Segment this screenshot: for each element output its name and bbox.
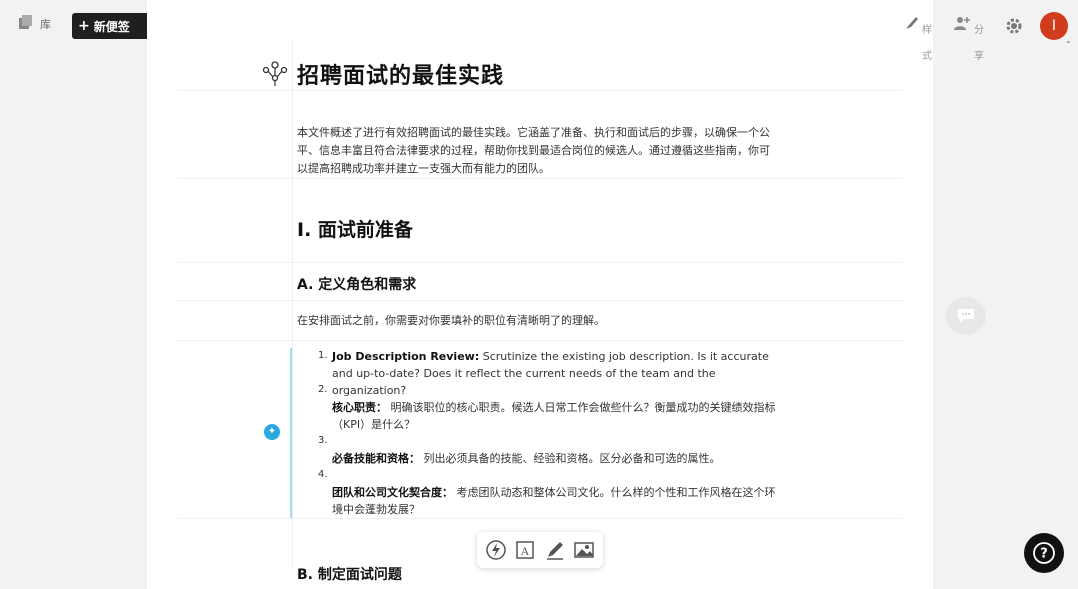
list-item[interactable]: 必备技能和资格： 列出必须具备的技能、经验和资格。区分必备和可选的属性。 [332, 450, 777, 467]
list-item-text: 列出必须具备的技能、经验和资格。区分必备和可选的属性。 [420, 452, 721, 465]
svg-text:A: A [521, 544, 530, 558]
library-link[interactable]: 库 [18, 14, 51, 33]
intro-paragraph[interactable]: 本文件概述了进行有效招聘面试的最佳实践。它涵盖了准备、执行和面试后的步骤，以确保… [297, 124, 777, 178]
section-heading-1[interactable]: I. 面试前准备 [297, 215, 413, 242]
list-item[interactable]: 核心职责： 明确该职位的核心职责。候选人日常工作会做些什么？衡量成功的关键绩效指… [332, 399, 777, 433]
brush-icon [903, 14, 921, 35]
list-number: 1. [318, 350, 328, 361]
insert-toolbar: A [477, 532, 603, 568]
plus-icon: + [78, 18, 90, 34]
gear-icon[interactable] [1004, 16, 1024, 40]
style-button[interactable] [903, 14, 921, 35]
svg-text:?: ? [1040, 547, 1048, 562]
new-note-label: 新便签 [93, 19, 130, 34]
help-button[interactable]: ? [1024, 533, 1064, 573]
list-item-text: 明确该职位的核心职责。候选人日常工作会做些什么？衡量成功的关键绩效指标（KPI）… [332, 401, 776, 431]
chevron-down-icon[interactable]: ⌄ [1065, 36, 1072, 45]
list-number: 3. [318, 435, 328, 446]
subsection-heading-b[interactable]: B. 制定面试问题 [297, 564, 402, 584]
document-title[interactable]: 招聘面试的最佳实践 [297, 58, 504, 90]
list-item-bold: 团队和公司文化契合度： [332, 486, 453, 499]
list-item[interactable]: 团队和公司文化契合度： 考虑团队动态和整体公司文化。什么样的个性和工作风格在这个… [332, 484, 777, 518]
share-label: 分享 [974, 25, 984, 62]
text-box-icon[interactable]: A [513, 538, 537, 562]
subsection-heading-a[interactable]: A. 定义角色和需求 [297, 274, 416, 294]
library-label: 库 [40, 17, 51, 31]
pen-icon[interactable] [543, 538, 567, 562]
list-number: 2. [318, 384, 328, 395]
chat-icon[interactable] [946, 297, 986, 335]
requirements-list[interactable]: 1. Job Description Review: Scrutinize th… [290, 348, 782, 518]
share-button[interactable] [953, 14, 971, 35]
list-item-bold: 必备技能和资格： [332, 452, 420, 465]
list-item-bold: Job Description Review: [332, 350, 480, 363]
subsection-a-intro[interactable]: 在安排面试之前，你需要对你要填补的职位有清晰明了的理解。 [297, 312, 777, 330]
ai-assist-icon[interactable]: ✦ [264, 424, 280, 440]
image-icon[interactable] [572, 538, 596, 562]
list-item-bold: 核心职责： [332, 401, 387, 414]
list-item[interactable]: Job Description Review: Scrutinize the e… [332, 348, 777, 399]
add-user-icon [953, 14, 971, 35]
people-network-icon [260, 58, 290, 88]
avatar[interactable]: I [1040, 12, 1068, 40]
document-page[interactable]: 招聘面试的最佳实践 本文件概述了进行有效招聘面试的最佳实践。它涵盖了准备、执行和… [147, 0, 933, 589]
library-icon [18, 14, 34, 33]
lightning-icon[interactable] [484, 538, 508, 562]
list-number: 4. [318, 469, 328, 480]
question-icon: ? [1033, 542, 1055, 564]
library-nav[interactable]: 库 [18, 14, 51, 33]
style-label: 样式 [922, 25, 932, 62]
